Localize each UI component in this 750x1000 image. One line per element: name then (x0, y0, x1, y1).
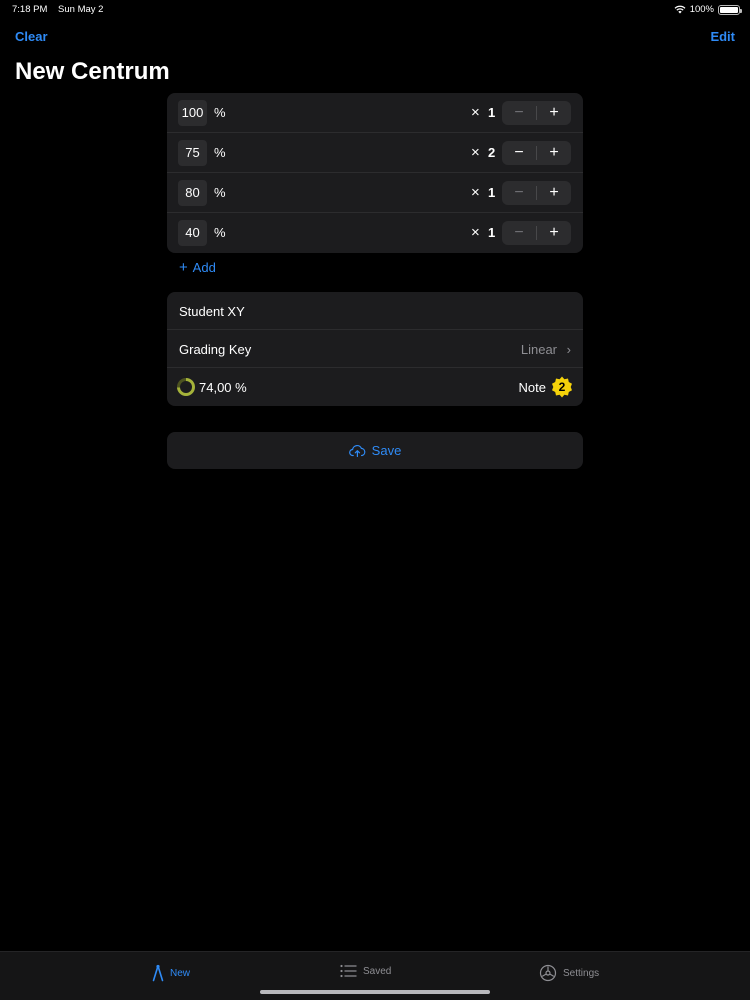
grading-key-row[interactable]: Grading Key Linear › (167, 330, 583, 368)
average-percent: 74,00 % (199, 380, 247, 395)
student-name[interactable]: Student XY (179, 304, 245, 319)
page-title: New Centrum (15, 58, 170, 85)
score-row: 100 % × 1 − + (167, 93, 583, 133)
info-card: Student XY Grading Key Linear › 74,00 % … (167, 292, 583, 406)
percent-label: % (214, 185, 226, 200)
compass-icon (152, 964, 164, 982)
tab-settings-label: Settings (563, 967, 600, 979)
gear-icon (539, 964, 557, 982)
multiplier-stepper: − + (502, 101, 571, 125)
score-row: 80 % × 1 − + (167, 173, 583, 213)
grading-key-value: Linear (520, 342, 557, 357)
score-input[interactable]: 100 (178, 100, 207, 126)
score-input[interactable]: 40 (178, 220, 207, 246)
score-input[interactable]: 75 (178, 140, 207, 166)
increment-button[interactable]: + (537, 221, 571, 245)
tab-saved[interactable]: Saved (340, 964, 391, 978)
increment-button[interactable]: + (537, 141, 571, 165)
plus-icon: + (179, 259, 188, 276)
multiplier-value: 1 (488, 225, 496, 240)
home-indicator[interactable] (260, 990, 490, 994)
cloud-upload-icon (348, 444, 366, 457)
decrement-button[interactable]: − (502, 141, 536, 165)
decrement-button[interactable]: − (502, 101, 536, 125)
decrement-button[interactable]: − (502, 221, 536, 245)
status-left: 7:18 PM Sun May 2 (12, 4, 111, 15)
list-icon (340, 964, 357, 978)
status-bar: 7:18 PM Sun May 2 100% (0, 0, 750, 18)
score-row: 40 % × 1 − + (167, 213, 583, 253)
save-label: Save (371, 443, 402, 458)
student-name-row[interactable]: Student XY (167, 292, 583, 330)
tab-new-label: New (170, 967, 191, 979)
increment-button[interactable]: + (537, 101, 571, 125)
times-icon: × (471, 184, 480, 201)
result-row: 74,00 % Note 2 (167, 368, 583, 406)
status-date: Sun May 2 (58, 4, 104, 15)
times-icon: × (471, 224, 480, 241)
edit-button[interactable]: Edit (710, 29, 735, 44)
status-time: 7:18 PM (12, 4, 48, 15)
percent-label: % (214, 145, 226, 160)
add-score-button[interactable]: + Add (179, 259, 216, 276)
grading-key-label: Grading Key (179, 342, 252, 357)
tab-new[interactable]: New (152, 964, 190, 982)
times-icon: × (471, 144, 480, 161)
scores-card: 100 % × 1 − + 75 % × 2 − + 80 % × 1 − + … (167, 93, 583, 253)
percent-label: % (214, 105, 226, 120)
percent-label: % (214, 225, 226, 240)
wifi-icon (674, 5, 686, 14)
times-icon: × (471, 104, 480, 121)
progress-ring-icon (177, 378, 195, 396)
tab-settings[interactable]: Settings (539, 964, 599, 982)
multiplier-stepper: − + (502, 141, 571, 165)
multiplier-stepper: − + (502, 181, 571, 205)
save-button[interactable]: Save (167, 432, 583, 469)
decrement-button[interactable]: − (502, 181, 536, 205)
add-label: Add (192, 260, 216, 275)
note-label: Note (518, 380, 546, 395)
score-row: 75 % × 2 − + (167, 133, 583, 173)
note-badge: 2 (551, 376, 573, 398)
tab-saved-label: Saved (363, 965, 392, 977)
battery-icon (718, 4, 742, 15)
multiplier-value: 2 (488, 145, 496, 160)
clear-button[interactable]: Clear (15, 29, 48, 44)
multiplier-value: 1 (488, 105, 496, 120)
multiplier-value: 1 (488, 185, 496, 200)
score-input[interactable]: 80 (178, 180, 207, 206)
note-value: 2 (558, 380, 566, 394)
multiplier-stepper: − + (502, 221, 571, 245)
status-right: 100% (674, 4, 742, 15)
increment-button[interactable]: + (537, 181, 571, 205)
battery-percent: 100% (689, 4, 714, 15)
chevron-right-icon: › (566, 342, 571, 357)
